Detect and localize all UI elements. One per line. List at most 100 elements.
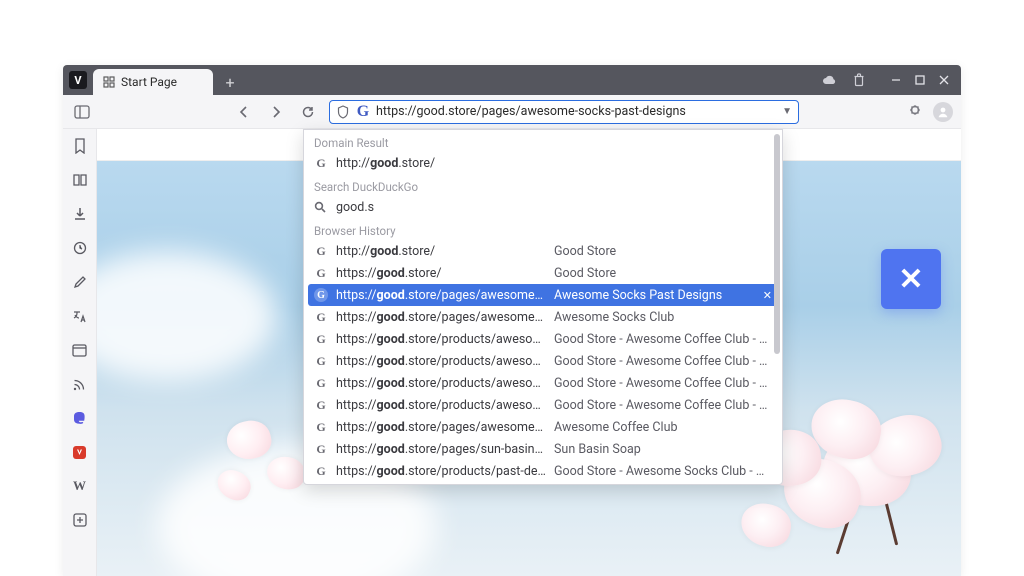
suggestion-history-0[interactable]: Ghttp://good.store/Good Store (304, 240, 782, 262)
mastodon-panel-icon[interactable] (69, 407, 91, 429)
suggestion-history-7[interactable]: Ghttps://good.store/products/awesomecof.… (304, 394, 782, 416)
suggestion-url: https://good.store/pages/awesome-coffee (336, 420, 546, 435)
suggestion-url: https://good.store/products/awesomecof..… (336, 354, 546, 369)
favicon-g-icon: G (314, 354, 328, 369)
reload-button[interactable] (297, 101, 319, 123)
suggestion-url: https://good.store/products/past-designs… (336, 464, 546, 479)
close-callout-badge: ✕ (881, 249, 941, 309)
profile-avatar[interactable] (933, 102, 953, 122)
suggestion-history-10[interactable]: Ghttps://good.store/products/past-design… (304, 460, 782, 482)
suggestion-title: Good Store - Awesome Coffee Club - Oct..… (554, 376, 772, 391)
shield-icon[interactable] (336, 105, 350, 119)
panel-toggle-icon[interactable] (71, 101, 93, 123)
suggestion-history-11[interactable]: Ghttps://good.store/products/awesome-so.… (304, 482, 782, 485)
favicon-g-icon: G (314, 288, 328, 302)
reading-list-icon[interactable] (69, 169, 91, 191)
suggestion-title: Awesome Socks Past Designs (554, 288, 755, 303)
suggestion-history-6[interactable]: Ghttps://good.store/products/awesomecof.… (304, 372, 782, 394)
close-button[interactable] (939, 75, 949, 85)
url-input[interactable] (376, 104, 776, 119)
favicon-g-icon: G (314, 244, 328, 259)
notes-panel-icon[interactable] (69, 271, 91, 293)
suggestion-history-1[interactable]: Ghttps://good.store/Good Store (304, 262, 782, 284)
favicon-g-icon: G (314, 310, 328, 325)
app-menu-button[interactable]: V (69, 71, 87, 89)
dropdown-scrollbar[interactable] (774, 134, 780, 480)
browser-window: V Start Page + (63, 65, 961, 576)
favicon-g-icon: G (314, 332, 328, 347)
address-bar[interactable]: G ▼ (329, 100, 799, 124)
section-label-domain: Domain Result (304, 130, 782, 152)
suggestion-title: Awesome Socks Club (554, 310, 772, 325)
tab-start-page[interactable]: Start Page (93, 69, 213, 95)
suggestion-title: Good Store (554, 266, 772, 281)
suggestion-url: https://good.store/pages/sun-basin-soap (336, 442, 546, 457)
favicon-g-icon: G (314, 398, 328, 413)
search-icon (314, 201, 328, 213)
suggestion-history-9[interactable]: Ghttps://good.store/pages/sun-basin-soap… (304, 438, 782, 460)
suggestion-history-5[interactable]: Ghttps://good.store/products/awesomecof.… (304, 350, 782, 372)
address-dropdown-toggle[interactable]: ▼ (782, 106, 792, 117)
suggestion-title: Awesome Coffee Club (554, 420, 772, 435)
suggestion-url: https://good.store/products/awesomecof..… (336, 376, 546, 391)
downloads-panel-icon[interactable] (69, 203, 91, 225)
suggestion-url: https://good.store/ (336, 266, 546, 281)
favicon-g-icon: G (314, 442, 328, 457)
suggestion-history-4[interactable]: Ghttps://good.store/products/awesomecof.… (304, 328, 782, 350)
suggestion-title: Good Store - Awesome Coffee Club - Caly.… (554, 332, 772, 347)
translate-panel-icon[interactable] (69, 305, 91, 327)
close-x-icon: ✕ (898, 262, 923, 297)
suggestion-title: Sun Basin Soap (554, 442, 772, 457)
titlebar: V Start Page + (63, 65, 961, 95)
favicon-g-icon: G (314, 266, 328, 281)
bookmarks-panel-icon[interactable] (69, 135, 91, 157)
suggestion-title: Good Store - Awesome Coffee Club - Caly.… (554, 354, 772, 369)
section-label-history: Browser History (304, 218, 782, 240)
suggestion-url: https://good.store/pages/awesome-socks..… (336, 288, 546, 303)
side-panel: W (63, 129, 97, 576)
new-tab-button[interactable]: + (217, 69, 243, 95)
window-panel-icon[interactable] (69, 339, 91, 361)
site-favicon: G (356, 105, 370, 119)
suggestion-search[interactable]: good.s (304, 196, 782, 218)
suggestion-title: Good Store (554, 244, 772, 259)
suggestion-domain[interactable]: G http://good.store/ (304, 152, 782, 174)
suggestion-history-3[interactable]: Ghttps://good.store/pages/awesome-socks A… (304, 306, 782, 328)
minimize-button[interactable] (891, 75, 901, 85)
scrollbar-thumb[interactable] (774, 134, 780, 354)
favicon-g-icon: G (314, 420, 328, 435)
suggestion-url: https://good.store/products/awesomecof..… (336, 332, 546, 347)
favicon-g-icon: G (314, 156, 328, 171)
app-badge-letter: V (74, 74, 81, 87)
favicon-g-icon: G (314, 464, 328, 479)
extensions-icon[interactable] (907, 104, 923, 120)
trash-icon[interactable] (849, 70, 869, 90)
window-controls (879, 75, 961, 85)
suggestion-url: http://good.store/ (336, 156, 546, 171)
section-label-search: Search DuckDuckGo (304, 174, 782, 196)
add-panel-icon[interactable] (69, 509, 91, 531)
back-button[interactable] (233, 101, 255, 123)
wikipedia-panel-icon[interactable]: W (69, 475, 91, 497)
suggestion-history-2[interactable]: Ghttps://good.store/pages/awesome-socks.… (308, 284, 778, 306)
tab-title: Start Page (121, 75, 177, 89)
sync-cloud-icon[interactable] (819, 70, 839, 90)
favicon-g-icon: G (314, 376, 328, 391)
titlebar-icons (809, 70, 879, 90)
address-suggestions-dropdown: Domain Result G http://good.store/ Searc… (303, 129, 783, 485)
forward-button[interactable] (265, 101, 287, 123)
suggestion-title: Good Store - Awesome Socks Club - Past .… (554, 464, 772, 479)
suggestion-url: https://good.store/products/awesomecof..… (336, 398, 546, 413)
suggestion-search-query: good.s (336, 200, 546, 215)
history-panel-icon[interactable] (69, 237, 91, 259)
speed-dial-icon (103, 76, 115, 88)
navbar: G ▼ (63, 95, 961, 129)
suggestion-history-8[interactable]: Ghttps://good.store/pages/awesome-coffee… (304, 416, 782, 438)
suggestion-url: http://good.store/ (336, 244, 546, 259)
suggestion-url: https://good.store/pages/awesome-socks (336, 310, 546, 325)
delete-suggestion-icon[interactable]: ✕ (763, 289, 772, 302)
maximize-button[interactable] (915, 75, 925, 85)
vivaldi-panel-icon[interactable] (69, 441, 91, 463)
feeds-panel-icon[interactable] (69, 373, 91, 395)
suggestion-title: Good Store - Awesome Coffee Club - Oct..… (554, 398, 772, 413)
